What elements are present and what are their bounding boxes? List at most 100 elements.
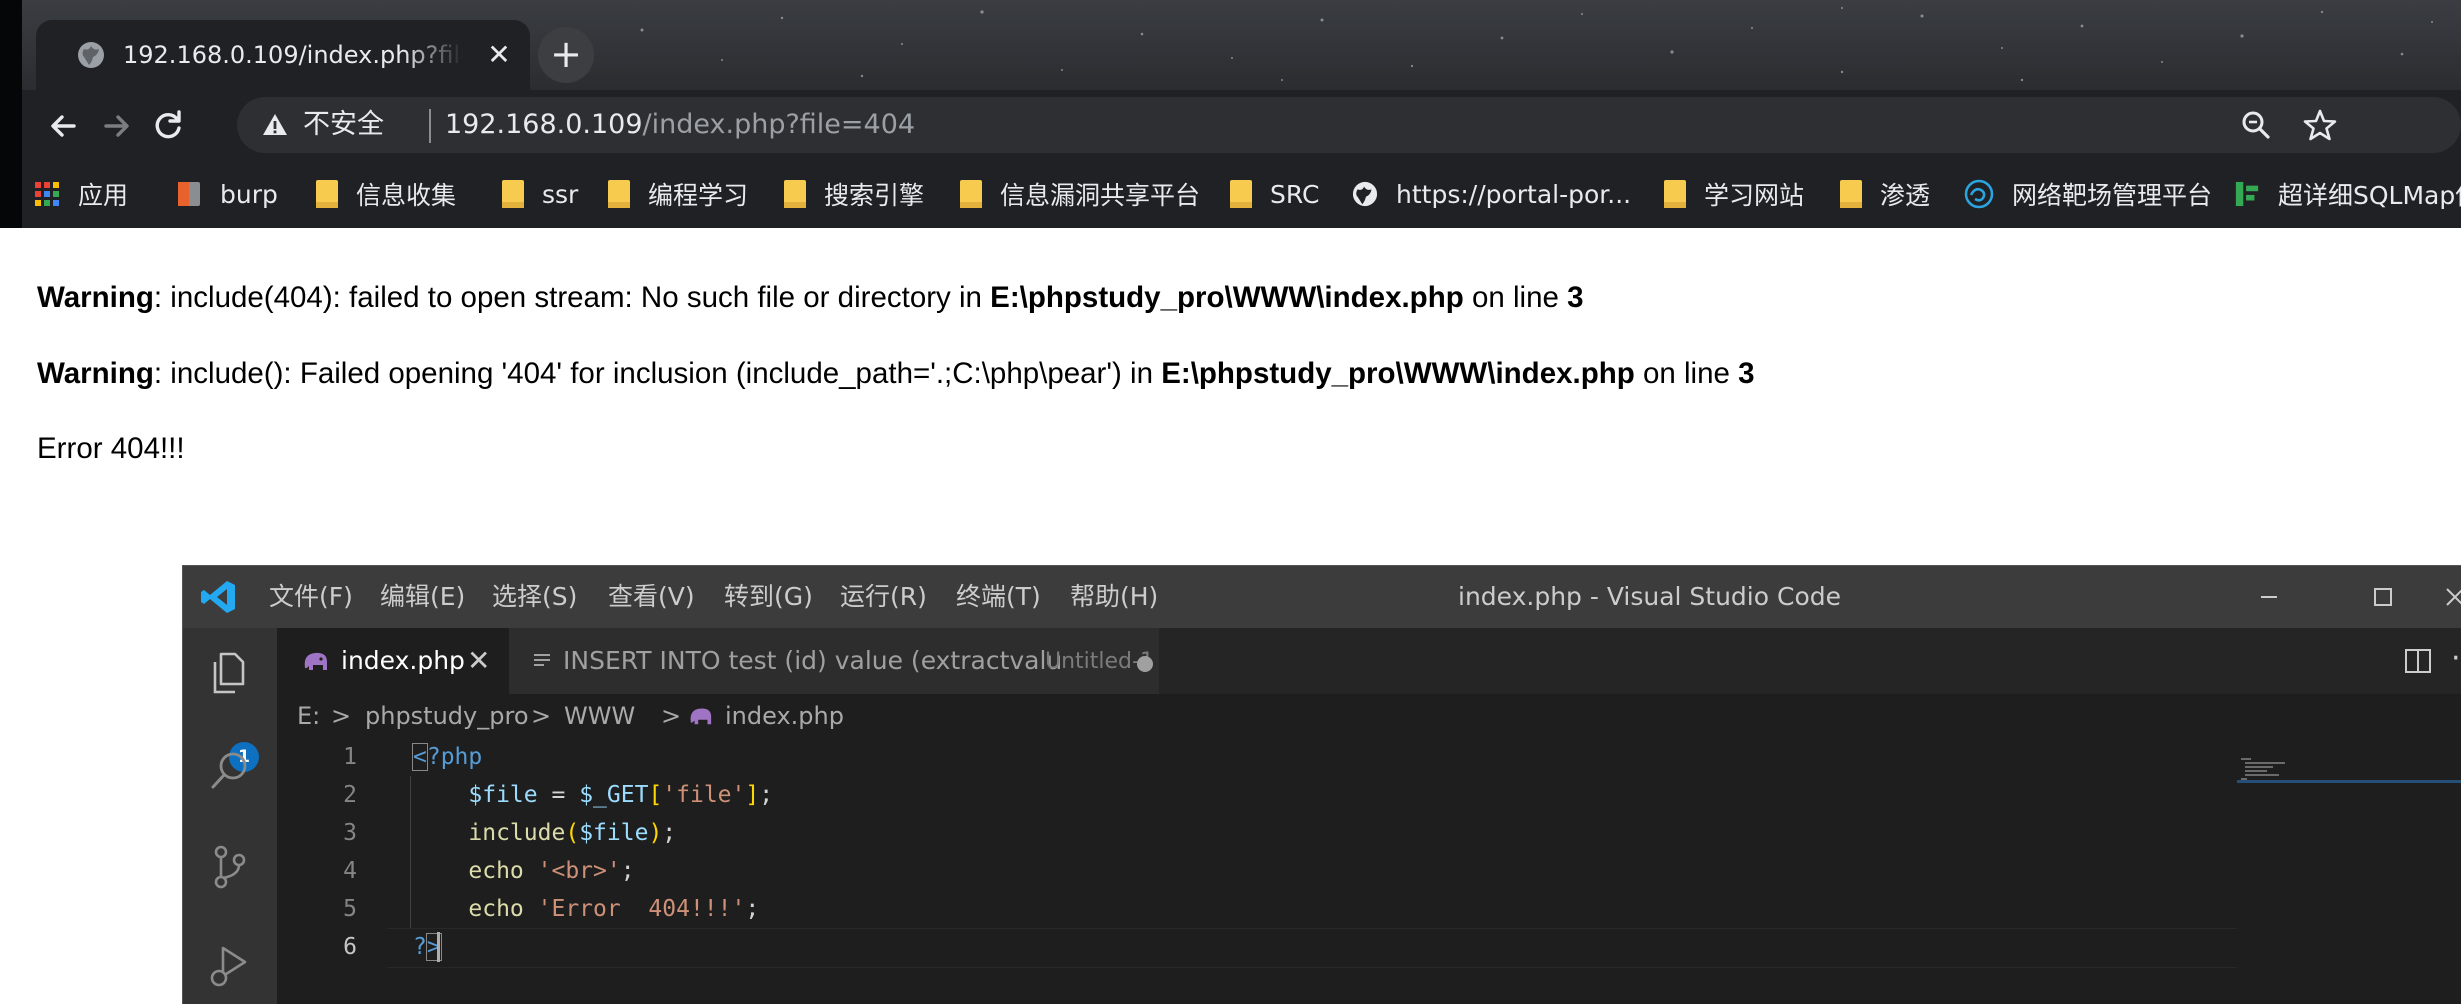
editor-tab-index-php[interactable]: index.php ✕ xyxy=(277,628,509,694)
folder-icon xyxy=(1664,180,1686,208)
breadcrumb-folder[interactable]: phpstudy_pro xyxy=(365,694,529,738)
indent-guide xyxy=(410,776,411,928)
folder-icon xyxy=(316,180,338,208)
bookmark-range-platform[interactable]: 网络靶场管理平台 xyxy=(1964,174,2212,214)
breadcrumb-file[interactable]: index.php xyxy=(725,694,844,738)
address-bar[interactable]: 不安全 192.168.0.109/index.php?file=404 xyxy=(237,97,2461,153)
bookmark-folder-programming[interactable]: 编程学习 xyxy=(608,174,748,214)
code-punct: ; xyxy=(745,896,760,922)
source-control-icon[interactable] xyxy=(205,842,255,892)
code-keyword: echo xyxy=(468,896,538,922)
breadcrumb-drive[interactable]: E: xyxy=(297,694,320,738)
unsaved-dot-icon[interactable] xyxy=(1137,656,1153,672)
vscode-titlebar: 文件(F) 编辑(E) 选择(S) 查看(V) 转到(G) 运行(R) 终端(T… xyxy=(183,566,2461,628)
code-bracket: [ xyxy=(648,782,663,808)
code-line-3[interactable]: include($file); xyxy=(413,814,676,852)
warning-icon[interactable] xyxy=(261,111,289,139)
bookmark-folder-learn[interactable]: 学习网站 xyxy=(1664,174,1804,214)
line-number: 6 xyxy=(343,934,357,960)
bracket-match: < xyxy=(412,743,428,771)
forward-icon[interactable] xyxy=(94,104,138,148)
line-number: 4 xyxy=(343,858,357,884)
menu-view[interactable]: 查看(V) xyxy=(608,580,695,614)
line-number: 1 xyxy=(343,744,357,770)
bookmark-folder-src[interactable]: SRC xyxy=(1230,174,1319,214)
maximize-icon[interactable] xyxy=(2366,580,2400,614)
bookmark-label: 网络靶场管理平台 xyxy=(2012,181,2213,210)
window-title: index.php - Visual Studio Code xyxy=(1458,582,1841,611)
vscode-logo-icon xyxy=(201,581,235,613)
code-line-5[interactable]: echo 'Error 404!!!'; xyxy=(413,890,759,928)
code-editor[interactable]: 1 2 3 4 5 6 <?php $file = $_GET['file'];… xyxy=(277,738,2461,1004)
toolbar: 不安全 192.168.0.109/index.php?file=404 xyxy=(22,90,2461,160)
breadcrumb-separator: > xyxy=(661,702,682,730)
bookmark-burp[interactable]: burp xyxy=(176,174,278,214)
code-line-1[interactable]: <?php xyxy=(412,738,482,776)
tab-label: INSERT INTO test (id) value (extractvalu xyxy=(563,646,1063,675)
warning-label: Warning xyxy=(37,281,154,314)
breadcrumb-folder[interactable]: WWW xyxy=(564,694,635,738)
warning-path: E:\phpstudy_pro\WWW\index.php xyxy=(1161,357,1635,390)
omnibox-separator xyxy=(429,109,431,143)
bookmark-folder-search[interactable]: 搜索引擎 xyxy=(784,174,924,214)
code-keyword: echo xyxy=(468,858,538,884)
menu-selection[interactable]: 选择(S) xyxy=(492,580,577,614)
bookmark-label: 超详细SQLMap使 xyxy=(2278,181,2461,210)
more-actions-icon[interactable]: ··· xyxy=(2451,644,2461,674)
bookmark-apps[interactable]: 应用 xyxy=(34,174,128,214)
reload-icon[interactable] xyxy=(146,104,190,148)
menu-go[interactable]: 转到(G) xyxy=(724,580,813,614)
folder-icon xyxy=(960,180,982,208)
code-line-2[interactable]: $file = $_GET['file']; xyxy=(413,776,773,814)
minimize-icon[interactable] xyxy=(2252,580,2286,614)
security-label[interactable]: 不安全 xyxy=(303,107,384,143)
zoom-icon[interactable] xyxy=(2238,107,2274,143)
tab-strip: 192.168.0.109/index.php?file=404 ✕ + xyxy=(22,0,2461,90)
menu-file[interactable]: 文件(F) xyxy=(269,580,353,614)
bookmark-folder-pentest[interactable]: 渗透 xyxy=(1840,174,1930,214)
minimap[interactable] xyxy=(2237,738,2461,1004)
menu-help[interactable]: 帮助(H) xyxy=(1070,580,1158,614)
code-string: '<br>' xyxy=(537,858,621,884)
breadcrumb: E: > phpstudy_pro > WWW > index.php xyxy=(277,694,2461,738)
menu-run[interactable]: 运行(R) xyxy=(840,580,927,614)
browser-chrome: 192.168.0.109/index.php?file=404 ✕ + 不安全… xyxy=(22,0,2461,228)
tab-close-icon[interactable]: ✕ xyxy=(484,40,514,70)
tab-active[interactable]: 192.168.0.109/index.php?file=404 ✕ xyxy=(36,20,530,90)
code-bracket: ] xyxy=(745,782,760,808)
close-icon[interactable] xyxy=(2438,580,2461,614)
explorer-icon[interactable] xyxy=(205,648,255,698)
url-text[interactable]: 192.168.0.109/index.php?file=404 xyxy=(445,107,915,143)
menu-terminal[interactable]: 终端(T) xyxy=(956,580,1041,614)
code-punct: ; xyxy=(620,858,635,884)
bookmark-label: burp xyxy=(220,179,278,209)
bookmark-folder-vuln[interactable]: 信息漏洞共享平台 xyxy=(960,174,1200,214)
globe-icon xyxy=(78,42,104,68)
warning-online: on line xyxy=(1463,281,1568,314)
code-punct: ; xyxy=(662,820,677,846)
bookmark-portal[interactable]: https://portal-por... xyxy=(1352,174,1631,214)
run-debug-icon[interactable] xyxy=(205,940,255,990)
bookmark-star-icon[interactable] xyxy=(2302,107,2338,143)
search-icon[interactable] xyxy=(205,746,255,796)
tab-close-icon[interactable]: ✕ xyxy=(467,644,490,678)
warning-line-1: Warning: include(404): failed to open st… xyxy=(37,278,1584,318)
editor-tab-untitled[interactable]: INSERT INTO test (id) value (extractvalu… xyxy=(509,628,1159,694)
php-elephant-icon xyxy=(304,652,327,670)
bookmark-folder-ssr[interactable]: ssr xyxy=(502,174,578,214)
split-editor-icon[interactable] xyxy=(2401,644,2435,678)
bookmark-folder-info[interactable]: 信息收集 xyxy=(316,174,456,214)
menu-edit[interactable]: 编辑(E) xyxy=(380,580,465,614)
breadcrumb-separator: > xyxy=(331,702,352,730)
code-line-4[interactable]: echo '<br>'; xyxy=(413,852,635,890)
new-tab-button[interactable]: + xyxy=(538,27,594,83)
folder-icon xyxy=(1230,180,1252,208)
php-close-tag: ? xyxy=(413,934,427,960)
code-operator: = xyxy=(537,782,580,808)
warning-line-number: 3 xyxy=(1567,281,1584,314)
text-lines-icon xyxy=(534,654,550,666)
url-host: 192.168.0.109 xyxy=(445,109,643,140)
back-icon[interactable] xyxy=(42,104,86,148)
bookmark-sqlmap[interactable]: 超详细SQLMap使 xyxy=(2234,174,2461,214)
bookmarks-bar: 应用 burp 信息收集 ssr 编程学习 搜索引擎 信息漏洞共享平台 SRC … xyxy=(22,160,2461,228)
